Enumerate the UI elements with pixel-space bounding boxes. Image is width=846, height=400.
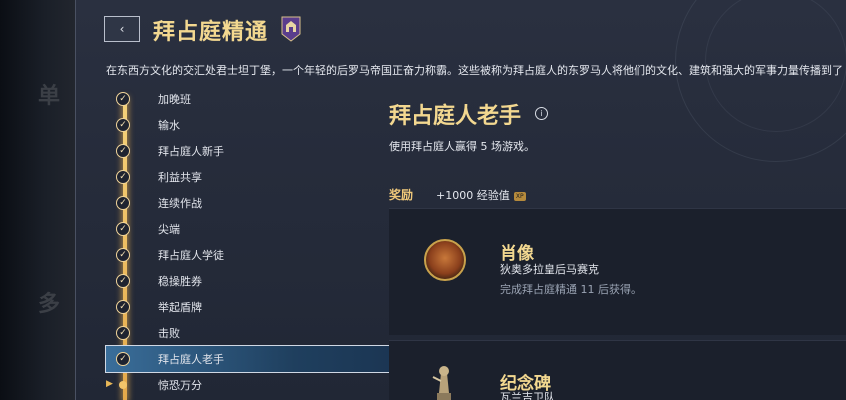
background-ghost-text: 单 [38,84,61,109]
check-icon: ✓ [116,92,130,106]
challenge-label: 拜占庭人学徒 [158,249,224,262]
challenge-item[interactable]: ✓ 连续作战 [106,190,376,216]
challenge-label: 利益共享 [158,171,202,184]
challenge-title: 拜占庭人老手 [389,104,522,129]
page-title: 拜占庭精通 [153,20,269,45]
challenge-item[interactable]: ✓ 输水 [106,112,376,138]
challenge-item[interactable]: ✓ 举起盾牌 [106,294,376,320]
back-button[interactable]: ‹ [104,16,140,42]
challenge-item[interactable]: ✓ 利益共享 [106,164,376,190]
challenge-item[interactable]: ✓ 稳操胜券 [106,268,376,294]
portrait-icon [424,239,466,281]
challenge-label: 加晚班 [158,93,191,106]
reward-label: 奖励 [389,188,414,202]
reward-note: 完成拜占庭精通 11 后获得。 [500,283,642,296]
challenge-item[interactable]: ✓ 尖端 [106,216,376,242]
xp-reward: +1000 经验值 XP [436,187,526,203]
challenge-label: 举起盾牌 [158,301,202,314]
check-icon: ✓ [116,352,130,366]
check-icon: ✓ [116,274,130,288]
challenge-label: 输水 [158,119,180,132]
challenge-label: 连续作战 [158,197,202,210]
reward-subtitle: 狄奥多拉皇后马赛克 [500,263,599,276]
challenge-item[interactable]: ▶ 惊恐万分 [106,372,376,398]
check-icon: ✓ [116,144,130,158]
check-icon: ✓ [116,248,130,262]
challenge-item[interactable]: ✓ 拜占庭人学徒 [106,242,376,268]
pending-dot-icon [119,381,127,389]
check-icon: ✓ [116,196,130,210]
check-icon: ✓ [116,170,130,184]
background-left: 单 多 [0,0,75,400]
reward-card[interactable]: 肖像 狄奥多拉皇后马赛克 完成拜占庭精通 11 后获得。 [389,208,846,335]
challenge-label: 尖端 [158,223,180,236]
challenge-item[interactable]: ✓ 拜占庭人新手 [106,138,376,164]
check-icon: ✓ [116,326,130,340]
check-icon: ✓ [116,118,130,132]
reward-card[interactable]: 纪念碑 瓦兰吉卫队 [389,340,846,400]
challenge-item[interactable]: ✓ 拜占庭人老手 [105,345,421,373]
background-ghost-text: 多 [38,292,61,317]
xp-badge-icon: XP [513,191,526,201]
civilization-description: 在东西方文化的交汇处君士坦丁堡，一个年轻的后罗马帝国正奋力称霸。这些被称为拜占庭… [106,64,843,77]
challenge-label: 拜占庭人新手 [158,145,224,158]
civilization-emblem-icon [281,16,301,42]
challenge-label: 稳操胜券 [158,275,202,288]
check-icon: ✓ [116,222,130,236]
challenge-description: 使用拜占庭人赢得 5 场游戏。 [389,140,535,153]
challenge-label: 惊恐万分 [158,379,202,392]
mastery-panel: ‹ 拜占庭精通 在东西方文化的交汇处君士坦丁堡，一个年轻的后罗马帝国正奋力称霸。… [75,0,846,400]
current-arrow-icon: ▶ [106,379,113,389]
xp-text: +1000 经验值 [436,189,510,202]
challenge-label: 击败 [158,327,180,340]
challenge-label: 拜占庭人老手 [158,353,224,366]
reward-subtitle: 瓦兰吉卫队 [500,391,555,400]
check-icon: ✓ [116,300,130,314]
info-icon[interactable]: i [535,107,548,120]
challenge-item[interactable]: ✓ 击败 [106,320,376,346]
challenge-item[interactable]: ✓ 加晚班 [106,86,376,112]
back-arrow-icon: ‹ [119,22,125,36]
monument-icon [432,366,451,400]
challenge-list: ✓ 加晚班 ✓ 输水 ✓ 拜占庭人新手 ✓ 利益共享 ✓ 连续作战 ✓ 尖端 ✓ 拜占庭人学徒 ✓ 稳操胜券 ✓… [105,86,421,398]
